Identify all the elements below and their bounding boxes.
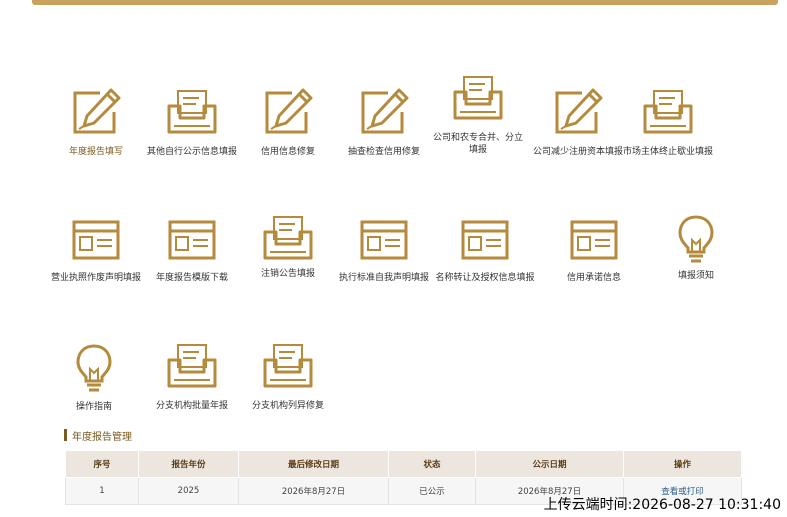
- inbox-tray-icon: [453, 76, 503, 120]
- tile-branch-batch-report[interactable]: 分支机构批量年报: [137, 342, 247, 412]
- lightbulb-icon: [678, 215, 714, 263]
- upload-timestamp-watermark: 上传云端时间:2026-08-27 10:31:40: [543, 497, 781, 513]
- header-serial: 序号: [65, 450, 139, 478]
- tile-credit-commitment[interactable]: 信用承诺信息: [539, 218, 649, 284]
- inbox-tray-icon: [263, 216, 313, 260]
- inbox-tray-icon: [167, 90, 217, 134]
- tile-filing-notice[interactable]: 填报须知: [641, 214, 751, 282]
- edit-document-icon: [73, 88, 121, 134]
- tile-merger-split[interactable]: 公司和农专合并、分立填报: [423, 74, 533, 156]
- section-title-bar: [64, 429, 67, 441]
- tile-label: 市场主体终止歇业填报: [622, 147, 713, 157]
- form-window-icon: [461, 220, 509, 260]
- table-header-row: 序号 报告年份 最后修改日期 状态 公示日期 操作: [65, 450, 742, 478]
- tile-label: 信用信息修复: [260, 147, 315, 157]
- header-publish-date: 公示日期: [475, 450, 624, 478]
- section-title-text: 年度报告管理: [72, 431, 132, 443]
- form-window-icon: [360, 220, 408, 260]
- form-window-icon: [570, 220, 618, 260]
- tile-label: 操作指南: [75, 402, 112, 412]
- header-status: 状态: [388, 450, 476, 478]
- tile-operation-guide[interactable]: 操作指南: [39, 343, 149, 413]
- inbox-tray-icon: [643, 90, 693, 134]
- lightbulb-icon: [76, 344, 112, 392]
- cell-report-year: 2025: [138, 477, 239, 505]
- tile-label: 公司和农专合并、分立填报: [433, 133, 524, 155]
- tile-branch-abnormal-repair[interactable]: 分支机构列异修复: [233, 342, 343, 412]
- tile-credit-repair[interactable]: 信用信息修复: [233, 88, 343, 158]
- tile-label: 名称转让及授权信息填报: [435, 273, 535, 283]
- header-operation: 操作: [623, 450, 742, 478]
- form-window-icon: [168, 220, 216, 260]
- cell-last-modified: 2026年8月27日: [238, 477, 389, 505]
- tile-label: 执行标准自我声明填报: [338, 273, 429, 283]
- tile-termination-suspension[interactable]: 市场主体终止歇业填报: [613, 88, 723, 158]
- edit-document-icon: [555, 88, 603, 134]
- form-window-icon: [72, 220, 120, 260]
- tile-label: 填报须知: [677, 271, 714, 281]
- tile-label: 营业执照作废声明填报: [50, 273, 141, 283]
- section-title: 年度报告管理: [64, 428, 132, 443]
- tile-deregistration-notice[interactable]: 注销公告填报: [233, 214, 343, 280]
- tile-template-download[interactable]: 年度报告模版下载: [137, 218, 247, 284]
- top-accent-bar: [32, 0, 778, 5]
- tile-other-public-info[interactable]: 其他自行公示信息填报: [137, 88, 247, 158]
- tile-license-void-statement[interactable]: 营业执照作废声明填报: [41, 218, 151, 284]
- cell-status: 已公示: [388, 477, 476, 505]
- tile-label: 其他自行公示信息填报: [146, 147, 237, 157]
- edit-document-icon: [361, 88, 409, 134]
- edit-document-icon: [265, 88, 313, 134]
- tile-label: 信用承诺信息: [566, 273, 621, 283]
- tile-label: 分支机构列异修复: [251, 401, 324, 411]
- cell-serial: 1: [65, 477, 139, 505]
- tile-standard-self-declaration[interactable]: 执行标准自我声明填报: [329, 218, 439, 284]
- inbox-tray-icon: [167, 344, 217, 388]
- tile-name-transfer-authorization[interactable]: 名称转让及授权信息填报: [430, 218, 540, 284]
- tile-label: 年度报告模版下载: [155, 273, 228, 283]
- header-last-modified: 最后修改日期: [238, 450, 389, 478]
- tile-label: 年度报告填写: [68, 147, 123, 157]
- tile-label: 注销公告填报: [260, 269, 315, 279]
- tile-label: 分支机构批量年报: [155, 401, 228, 411]
- inbox-tray-icon: [263, 344, 313, 388]
- header-report-year: 报告年份: [138, 450, 239, 478]
- tile-annual-report-fill[interactable]: 年度报告填写: [41, 88, 151, 158]
